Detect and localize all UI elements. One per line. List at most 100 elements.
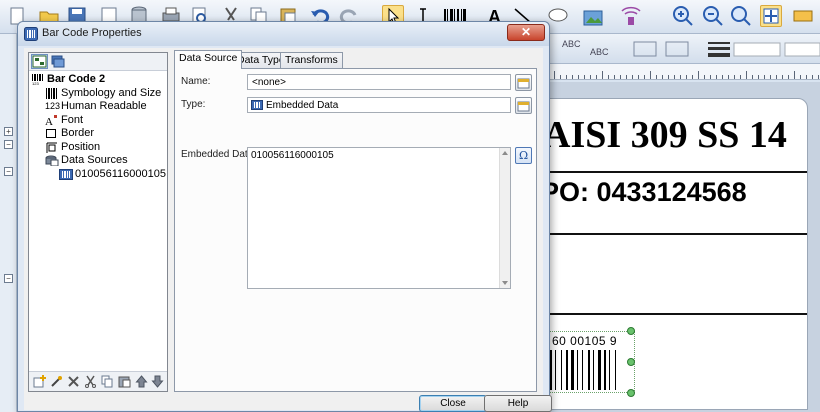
ruler-tick bbox=[632, 75, 633, 79]
barcode-human-readable: 60 00105 9 bbox=[552, 334, 618, 348]
copy-icon[interactable] bbox=[101, 375, 114, 388]
ruler-tick bbox=[590, 75, 591, 79]
position-icon bbox=[46, 142, 57, 153]
barcode-bar bbox=[566, 350, 568, 390]
ruler-tick bbox=[782, 75, 783, 79]
tree-item-border[interactable]: Border bbox=[29, 127, 167, 141]
collapse-icon[interactable]: − bbox=[4, 140, 13, 149]
ruler-tick bbox=[734, 75, 735, 79]
barcode-bars-graphic bbox=[550, 350, 616, 390]
svg-text:A: A bbox=[45, 116, 53, 126]
label-text-line1[interactable]: AISI 309 SS 14 bbox=[543, 113, 787, 157]
ruler-tick bbox=[728, 75, 729, 79]
expand-icon[interactable]: + bbox=[4, 127, 13, 136]
ruler-tick bbox=[764, 75, 765, 79]
delete-icon[interactable] bbox=[67, 375, 80, 388]
special-character-button[interactable]: Ω bbox=[515, 147, 532, 164]
label-design-canvas: AISI 309 SS 14 PO: 0433124568 60 00105 9 bbox=[540, 82, 820, 412]
rfid-tool-icon[interactable] bbox=[620, 5, 642, 27]
move-down-icon[interactable] bbox=[151, 375, 164, 388]
tree-item-data-sources[interactable]: Data Sources bbox=[29, 154, 167, 168]
image-tool-icon[interactable] bbox=[582, 5, 604, 27]
ruler-tick bbox=[644, 75, 645, 79]
wizard-icon[interactable] bbox=[50, 375, 63, 388]
type-label: Type: bbox=[181, 99, 206, 110]
ruler-tick bbox=[740, 75, 741, 79]
textarea-scrollbar[interactable] bbox=[499, 148, 510, 288]
embedded-data-textarea[interactable]: 010056116000105 bbox=[247, 147, 511, 289]
tree-item-embedded-data[interactable]: 010056116000105 bbox=[29, 167, 167, 182]
tree-actions-toolbar bbox=[29, 371, 167, 391]
ruler-tick bbox=[674, 75, 675, 79]
tree-item-symbology[interactable]: Symbology and Size bbox=[29, 87, 167, 101]
selection-handle[interactable] bbox=[627, 327, 635, 335]
name-field[interactable]: <none> bbox=[247, 74, 511, 90]
window-close-button[interactable]: ✕ bbox=[507, 24, 545, 41]
zoom-in-icon[interactable] bbox=[672, 5, 694, 27]
ruler-tick bbox=[626, 75, 627, 79]
type-value: Embedded Data bbox=[266, 100, 339, 111]
tree-item-human-readable[interactable]: 123 Human Readable bbox=[29, 100, 167, 114]
selection-handle[interactable] bbox=[627, 389, 635, 397]
ruler-tick bbox=[752, 75, 753, 79]
ruler-tick bbox=[746, 71, 747, 79]
selection-handle[interactable] bbox=[627, 358, 635, 366]
scroll-up-icon[interactable] bbox=[502, 151, 508, 155]
dialog-titlebar[interactable]: Bar Code Properties ✕ bbox=[18, 22, 549, 46]
collapse-icon[interactable]: − bbox=[4, 274, 13, 283]
label-barcode-object[interactable]: 60 00105 9 bbox=[547, 331, 635, 393]
dialog-client-area: 123 Bar Code 2 Symbology and Size 123 Hu… bbox=[24, 48, 552, 412]
ruler-tick bbox=[584, 75, 585, 79]
ruler-tick bbox=[704, 75, 705, 79]
embedded-data-value: 010056116000105 bbox=[251, 150, 334, 161]
help-button[interactable]: Help bbox=[484, 395, 552, 412]
name-picker-button[interactable] bbox=[515, 74, 532, 91]
tab-data-source[interactable]: Data Source bbox=[174, 50, 243, 69]
list-view-icon[interactable] bbox=[49, 54, 66, 69]
ruler-tick bbox=[662, 75, 663, 79]
fit-to-window-icon[interactable] bbox=[760, 5, 782, 27]
barcode-bar bbox=[582, 350, 583, 390]
barcode-window-icon bbox=[24, 27, 38, 41]
ruler-tick bbox=[818, 75, 819, 79]
add-data-source-icon[interactable] bbox=[33, 375, 46, 388]
tree-view-icon[interactable] bbox=[31, 54, 48, 69]
tree-item-label: Position bbox=[61, 140, 101, 153]
ruler-tick bbox=[812, 75, 813, 79]
ruler-tick bbox=[596, 75, 597, 79]
scroll-down-icon[interactable] bbox=[502, 281, 508, 285]
bar-code-properties-dialog: Bar Code Properties ✕ 123 Bar Code 2 Sym… bbox=[17, 21, 552, 412]
close-button[interactable]: Close bbox=[419, 395, 487, 412]
barcode-bar bbox=[598, 350, 601, 390]
ruler-icon[interactable] bbox=[792, 5, 814, 27]
collapse-icon[interactable]: − bbox=[4, 167, 13, 176]
properties-tree-pane: 123 Bar Code 2 Symbology and Size 123 Hu… bbox=[28, 52, 168, 392]
barcode-bar bbox=[550, 350, 552, 390]
ruler-tick bbox=[788, 75, 789, 79]
ruler-tick bbox=[566, 75, 567, 79]
ruler-tick bbox=[806, 75, 807, 79]
paste-icon[interactable] bbox=[118, 375, 131, 388]
embedded-data-label: Embedded Data: bbox=[181, 149, 257, 160]
tree-item-font[interactable]: A Font bbox=[29, 114, 167, 128]
ruler-tick bbox=[554, 71, 555, 79]
dialog-title: Bar Code Properties bbox=[42, 27, 142, 39]
cut-icon[interactable] bbox=[84, 375, 97, 388]
zoom-custom-icon[interactable] bbox=[730, 5, 752, 27]
tree-item-position[interactable]: Position bbox=[29, 141, 167, 155]
ruler-tick bbox=[800, 75, 801, 79]
ruler-tick bbox=[668, 75, 669, 79]
label-text-line2[interactable]: PO: 0433124568 bbox=[541, 177, 747, 208]
numbers-123-icon: 123 bbox=[45, 101, 61, 111]
tree-item-root[interactable]: 123 Bar Code 2 bbox=[29, 73, 167, 87]
type-field[interactable]: Embedded Data bbox=[247, 97, 511, 113]
tree-item-label: Bar Code 2 bbox=[47, 73, 106, 85]
ruler-tick bbox=[722, 75, 723, 79]
tab-transforms[interactable]: Transforms bbox=[280, 52, 343, 68]
type-picker-button[interactable] bbox=[515, 97, 532, 114]
zoom-out-icon[interactable] bbox=[702, 5, 724, 27]
move-up-icon[interactable] bbox=[135, 375, 148, 388]
label-sheet[interactable]: AISI 309 SS 14 PO: 0433124568 60 00105 9 bbox=[540, 98, 808, 410]
barcode-bar bbox=[615, 350, 616, 390]
ruler-tick bbox=[758, 75, 759, 79]
